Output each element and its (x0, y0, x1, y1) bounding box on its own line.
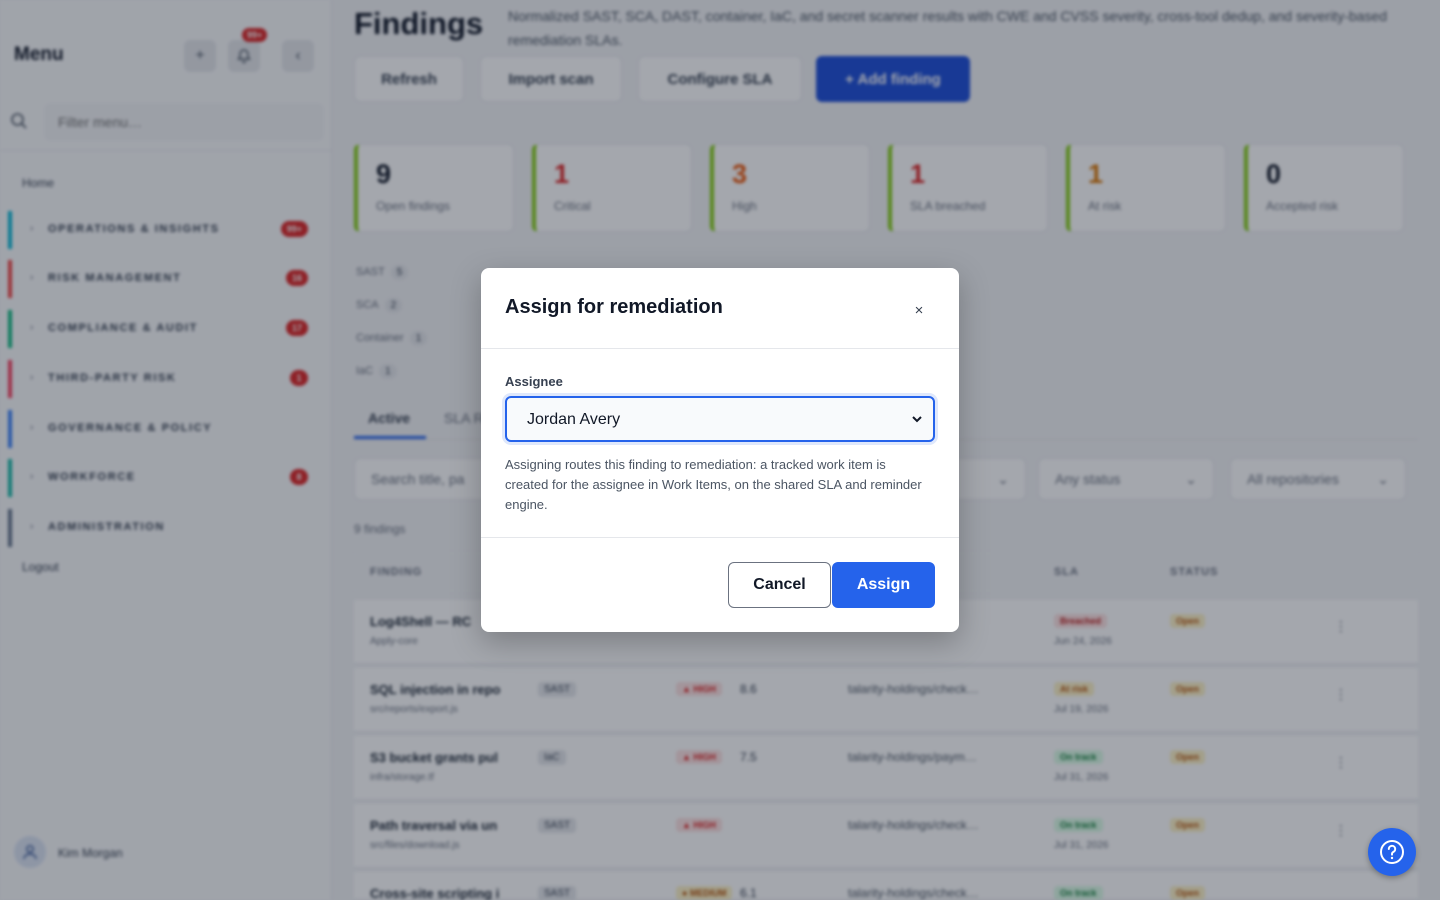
assignee-select[interactable]: Jordan Avery (505, 396, 935, 442)
assignee-selected-value: Jordan Avery (527, 411, 621, 428)
assign-button[interactable]: Assign (832, 562, 935, 608)
dialog-title: Assign for remediation (505, 296, 723, 318)
assign-help-text: Assigning routes this finding to remedia… (505, 457, 922, 512)
assignee-label: Assignee (505, 374, 563, 389)
question-icon (1380, 840, 1404, 864)
chevron-down-icon (912, 416, 922, 423)
help-button[interactable] (1368, 828, 1416, 876)
assign-remediation-dialog: Assign for remediation × Assignee Jordan… (481, 268, 959, 632)
dialog-divider (481, 348, 959, 349)
close-icon[interactable]: × (905, 296, 933, 324)
cancel-button[interactable]: Cancel (728, 562, 831, 608)
dialog-footer-divider (481, 537, 959, 538)
